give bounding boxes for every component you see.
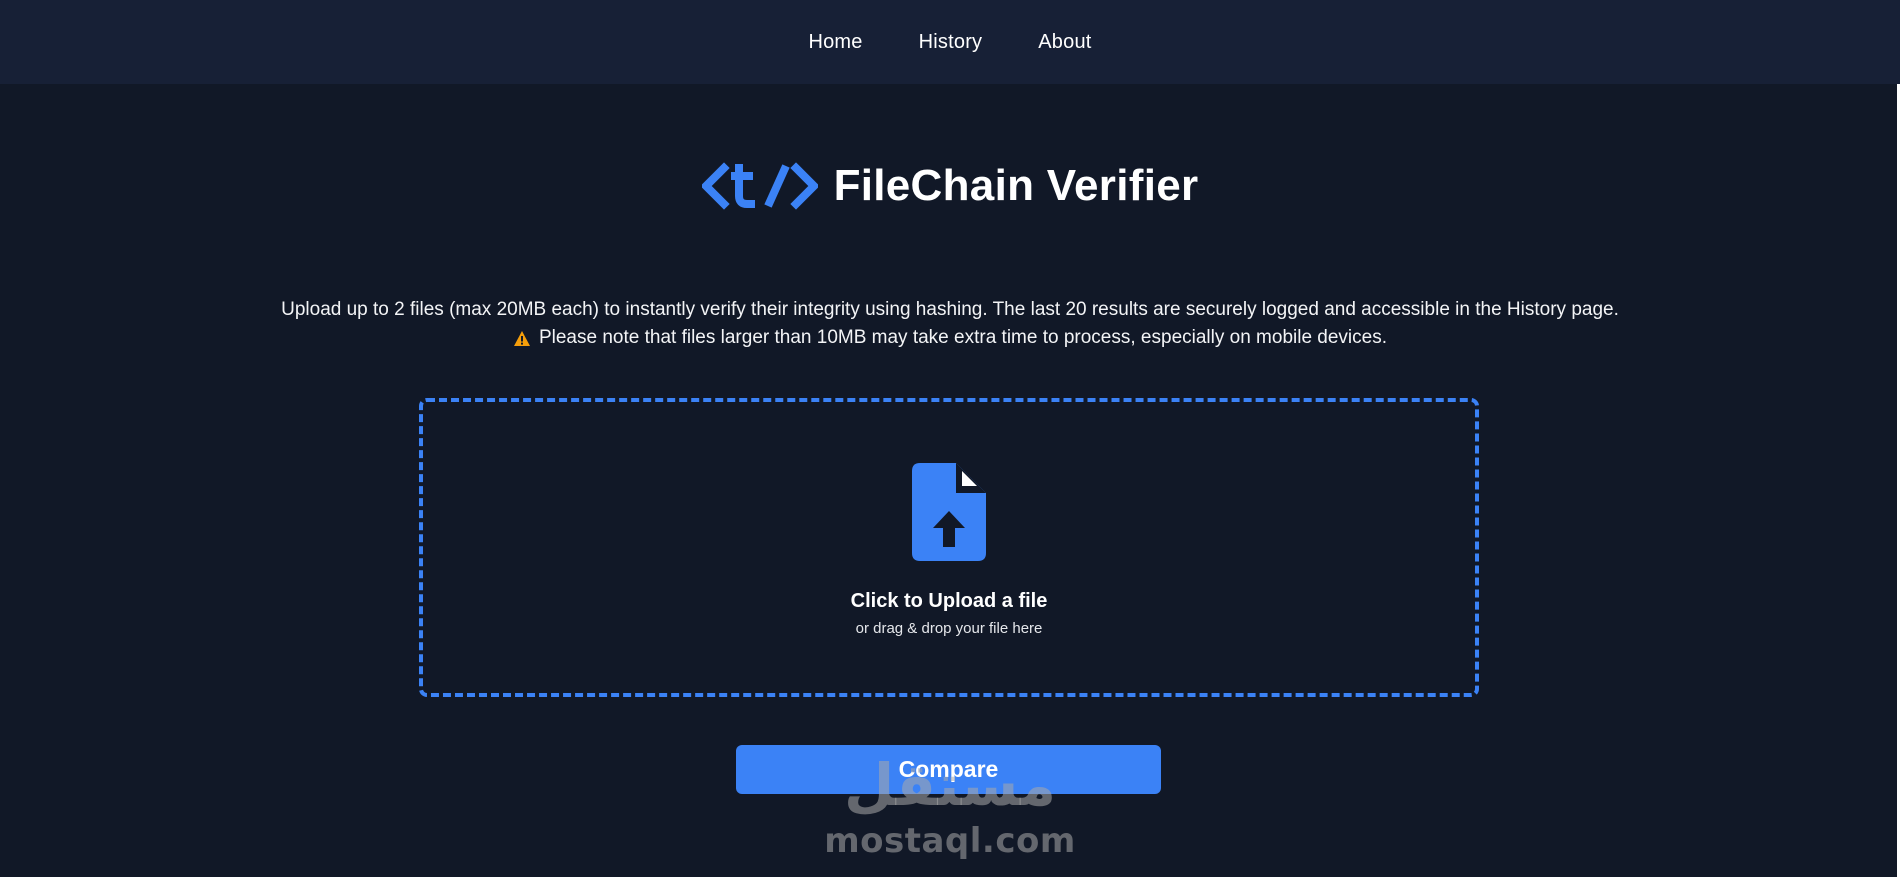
app-page: Home History About FileChain Verifier Up… — [0, 0, 1900, 877]
page-title: FileChain Verifier — [833, 161, 1199, 210]
file-dropzone[interactable]: Click to Upload a file or drag & drop yo… — [419, 398, 1479, 697]
file-upload-icon — [912, 463, 986, 561]
warning-text: Please note that files larger than 10MB … — [538, 327, 1388, 348]
upload-title: Click to Upload a file — [850, 590, 1048, 612]
top-navbar: Home History About — [0, 0, 1900, 84]
description: Upload up to 2 files (max 20MB each) to … — [0, 296, 1900, 356]
page-header: FileChain Verifier — [0, 160, 1900, 212]
nav-history-link[interactable]: History — [919, 31, 983, 54]
warning-icon — [513, 330, 530, 346]
upload-subtitle: or drag & drop your file here — [855, 620, 1043, 637]
warning-note: Please note that files larger than 10MB … — [513, 324, 1387, 352]
nav-home-link[interactable]: Home — [808, 31, 862, 54]
description-text: Upload up to 2 files (max 20MB each) to … — [281, 299, 1619, 320]
nav-about-link[interactable]: About — [1038, 31, 1091, 54]
watermark-latin-text: mostaql.com — [824, 821, 1076, 861]
code-slash-logo-icon — [701, 162, 818, 210]
compare-button[interactable]: Compare — [736, 745, 1161, 794]
